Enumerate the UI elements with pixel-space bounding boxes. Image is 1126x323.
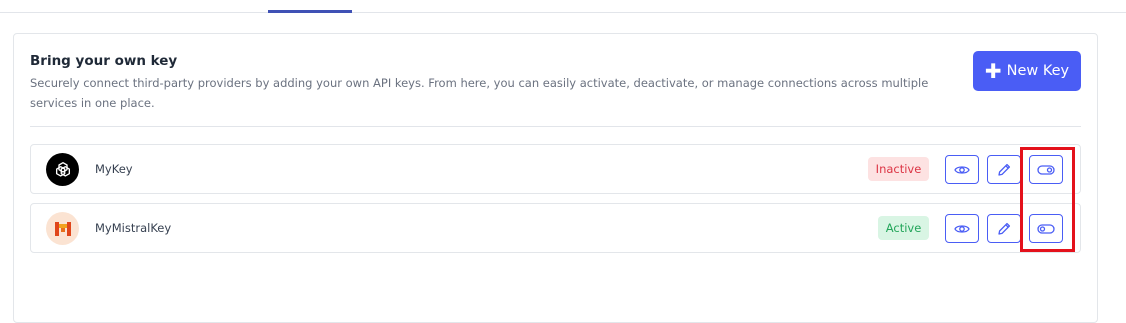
section-description: Securely connect third-party providers b… — [30, 76, 929, 110]
highlight-box — [1020, 147, 1075, 252]
openai-logo-icon — [46, 153, 79, 186]
byok-panel: Bring your own key Securely connect thir… — [13, 33, 1098, 323]
divider — [30, 126, 1081, 127]
edit-key-button[interactable] — [987, 214, 1021, 243]
active-tab-indicator — [268, 10, 352, 13]
section-title: Bring your own key — [30, 53, 178, 69]
key-row: MyKey Inactive — [30, 144, 1081, 194]
key-name: MyKey — [95, 162, 133, 176]
key-row: MyMistralKey Active — [30, 203, 1081, 253]
eye-icon — [954, 224, 970, 233]
plus-icon: ✚ — [984, 59, 1002, 83]
pencil-icon — [998, 163, 1011, 176]
eye-icon — [954, 165, 970, 174]
mistral-logo-icon — [46, 212, 79, 245]
key-name: MyMistralKey — [95, 221, 172, 235]
new-key-button[interactable]: ✚ New Key — [973, 51, 1081, 91]
pencil-icon — [998, 222, 1011, 235]
top-tab-bar — [0, 0, 1126, 13]
edit-key-button[interactable] — [987, 155, 1021, 184]
view-key-button[interactable] — [945, 155, 979, 184]
status-badge: Inactive — [868, 157, 929, 181]
status-badge: Active — [878, 216, 929, 240]
new-key-label: New Key — [1006, 63, 1070, 79]
view-key-button[interactable] — [945, 214, 979, 243]
